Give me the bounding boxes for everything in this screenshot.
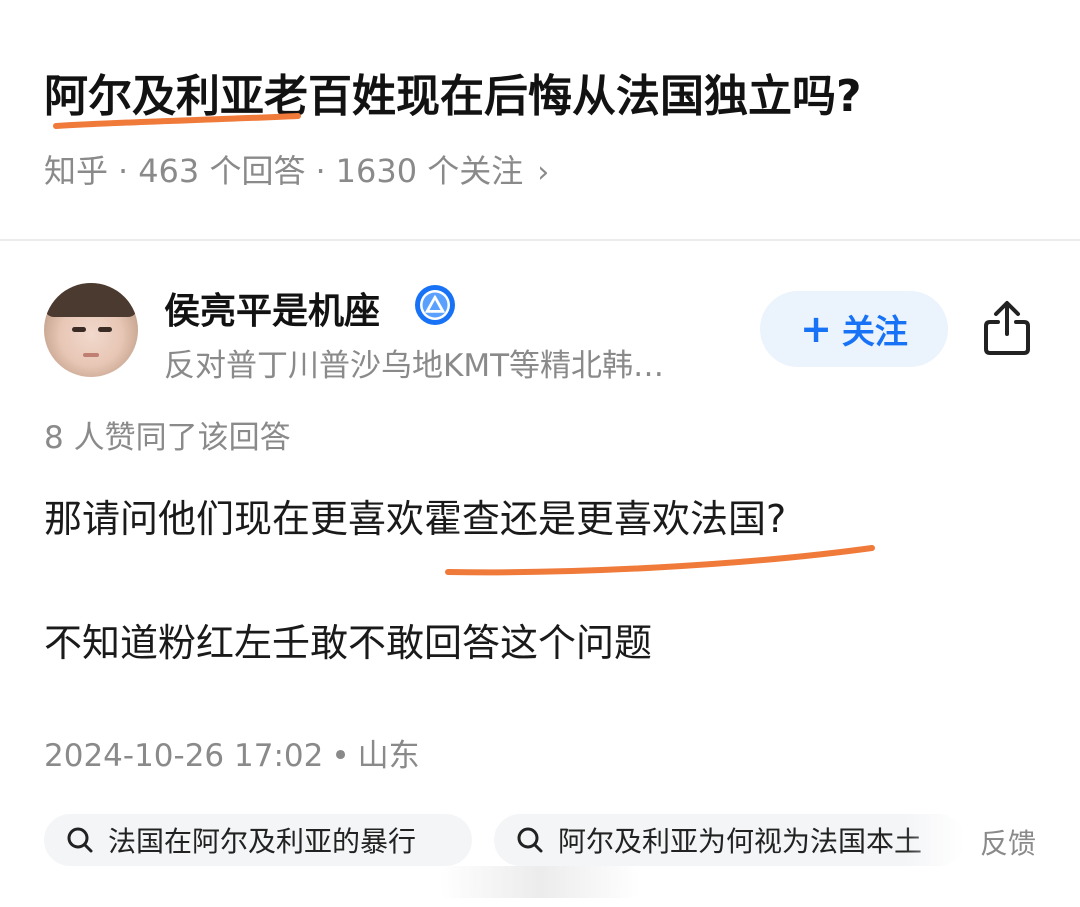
related-search-chip[interactable]: 阿尔及利亚为何视为法国本土 (494, 814, 964, 866)
answer-timestamp: 2024-10-26 17:02 • 山东 (44, 738, 420, 774)
share-icon[interactable] (982, 300, 1032, 356)
search-icon (67, 827, 93, 853)
watermark (440, 866, 640, 898)
avatar[interactable] (44, 283, 138, 377)
divider (0, 239, 1080, 241)
answer-paragraph: 不知道粉红左壬敢不敢回答这个问题 (44, 621, 653, 665)
answer-paragraph: 那请问他们现在更喜欢霍查还是更喜欢法国? (44, 497, 787, 541)
related-search-label: 阿尔及利亚为何视为法国本土 (558, 825, 923, 858)
author-bio: 反对普丁川普沙乌地KMT等精北韩… (164, 348, 665, 384)
plus-icon: + (800, 307, 832, 351)
follow-button[interactable]: + 关注 (760, 291, 948, 367)
follower-count: 1630 个关注 (335, 152, 524, 190)
like-count: 8 人赞同了该回答 (44, 420, 291, 456)
source-label: 知乎 (44, 152, 109, 190)
search-icon (517, 827, 543, 853)
answer-date: 2024-10-26 17:02 (44, 738, 324, 774)
blue-triangle-badge-icon (415, 285, 455, 325)
follow-label: 关注 (841, 312, 908, 351)
chevron-right-icon: › (537, 155, 550, 190)
question-meta[interactable]: 知乎 · 463 个回答 · 1630 个关注 › (44, 146, 549, 192)
answer-location: 山东 (357, 738, 420, 774)
question-title[interactable]: 阿尔及利亚老百姓现在后悔从法国独立吗? (44, 60, 862, 124)
answer-annotation-underline (445, 545, 875, 576)
related-search-chip[interactable]: 法国在阿尔及利亚的暴行 (44, 814, 472, 866)
feedback-button[interactable]: 反馈 (980, 822, 1036, 862)
related-search-label: 法国在阿尔及利亚的暴行 (108, 825, 417, 858)
author-name[interactable]: 侯亮平是机座 (164, 282, 380, 334)
answer-count: 463 个回答 (138, 152, 306, 190)
